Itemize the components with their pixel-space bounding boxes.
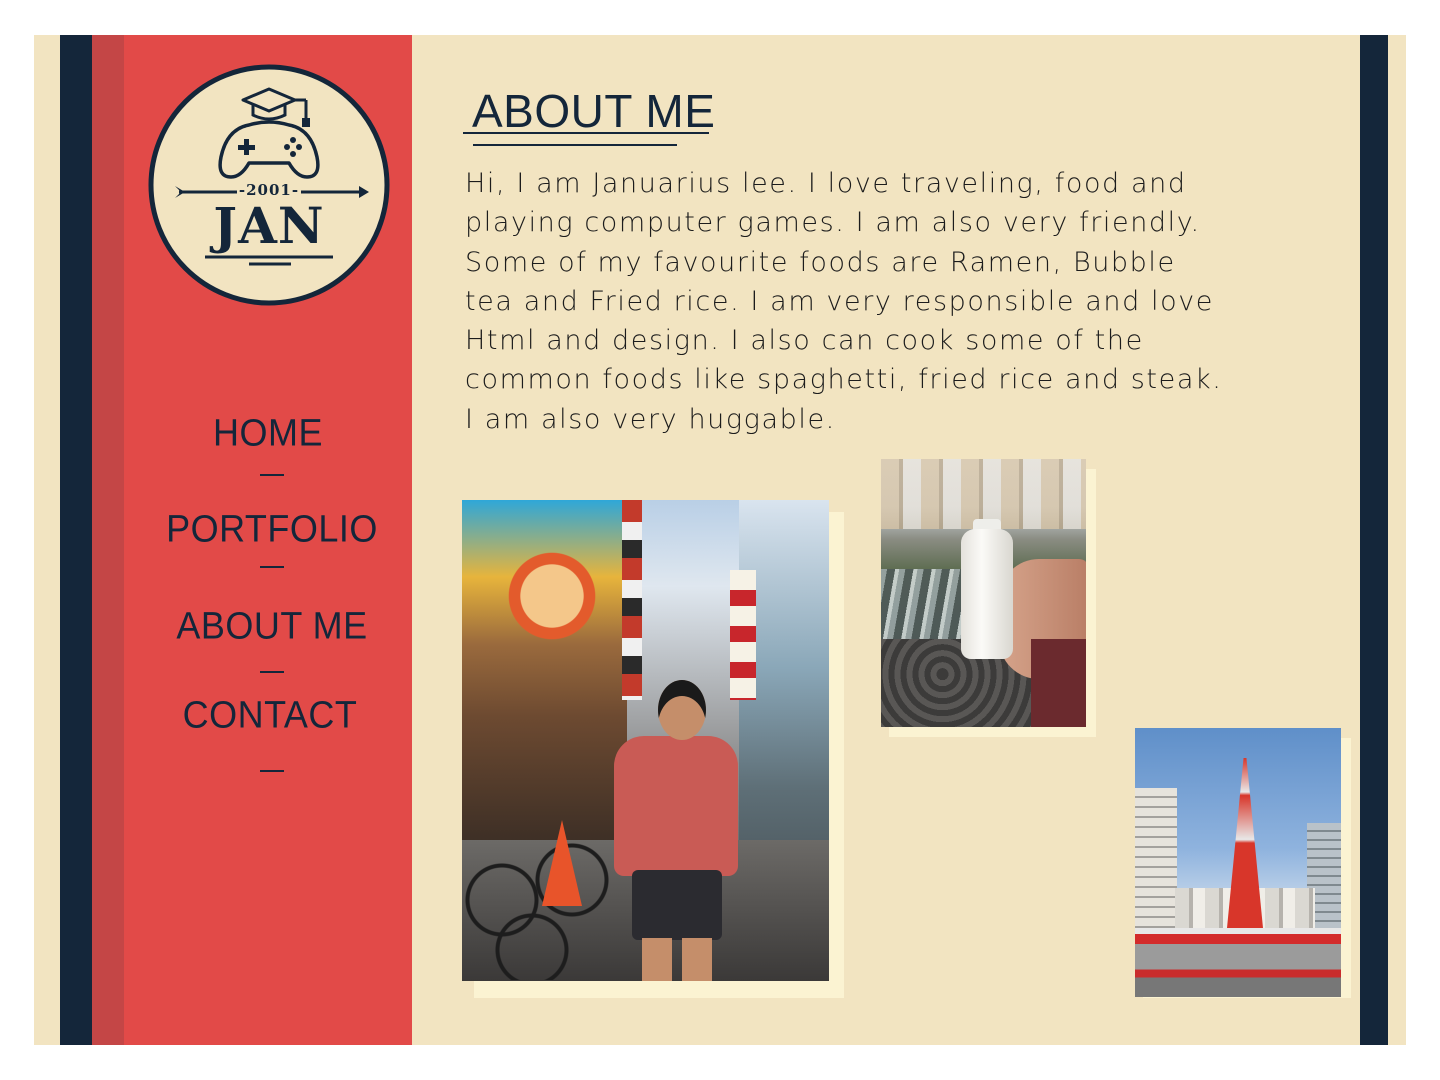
title-underline [463,132,709,134]
nav-about-me-link[interactable]: ABOUT ME [128,604,416,648]
page-title: ABOUT ME [472,85,716,137]
logo[interactable]: -2001- JAN [145,63,393,307]
nav-portfolio-link[interactable]: PORTFOLIO [128,507,416,551]
nav-contact-link[interactable]: CONTACT [126,693,414,737]
right-navy-stripe [1360,35,1388,1045]
nav-separator [260,671,284,673]
logo-name: JAN [213,196,325,255]
street-photo [462,500,829,981]
nav-separator [260,474,284,476]
nav-separator [260,566,284,568]
left-navy-stripe [60,35,92,1045]
about-paragraph: Hi, I am Januarius lee. I love traveling… [465,168,1223,435]
milk-bottle-photo [881,459,1086,727]
title-underline-secondary [473,144,677,146]
left-dark-red-stripe [92,35,124,1045]
nav-separator [260,770,284,772]
nav-home-link[interactable]: HOME [124,411,412,455]
tokyo-tower-photo [1135,728,1341,997]
